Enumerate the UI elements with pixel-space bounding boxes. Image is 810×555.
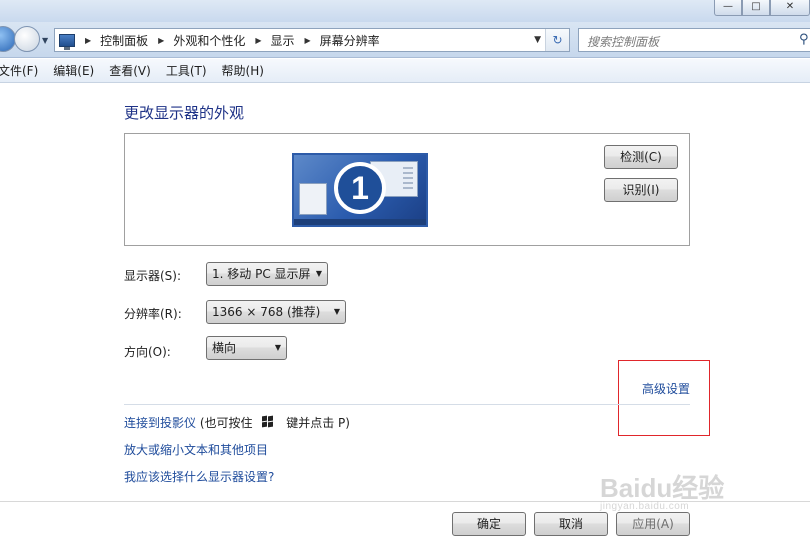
window-controls: — □ ✕ — [714, 0, 810, 16]
display-preview-panel: 1 检测(C) 识别(I) — [124, 133, 690, 246]
detect-button[interactable]: 检测(C) — [604, 145, 678, 169]
projector-hint-prefix: (也可按住 — [199, 416, 253, 430]
forward-button[interactable] — [14, 26, 40, 52]
control-panel-icon — [59, 33, 75, 50]
chevron-down-icon: ▼ — [315, 269, 322, 278]
baidu-watermark: Baidu经验 jingyan.baidu.com — [600, 468, 724, 512]
navigation-bar: ▼ ▶ 控制面板 ▶ 外观和个性化 ▶ 显示 ▶ 屏幕分辨率 ▼ ↻ 搜索控制面… — [0, 22, 810, 58]
resolution-select-value: 1366 × 768 (推荐) — [212, 305, 321, 319]
refresh-icon[interactable]: ↻ — [545, 29, 569, 51]
orientation-select-value: 横向 — [212, 341, 237, 355]
orientation-label: 方向(O): — [124, 345, 171, 359]
chevron-right-icon[interactable]: ▶ — [158, 36, 164, 45]
which-settings-link[interactable]: 我应该选择什么显示器设置? — [124, 468, 274, 485]
search-icon[interactable]: ⚲ — [799, 32, 809, 47]
maximize-button[interactable]: □ — [742, 0, 770, 16]
chevron-right-icon[interactable]: ▶ — [305, 36, 311, 45]
identify-button[interactable]: 识别(I) — [604, 178, 678, 202]
resolution-label: 分辨率(R): — [124, 307, 182, 321]
menu-help[interactable]: 帮助(H) — [222, 62, 264, 79]
divider — [124, 404, 690, 405]
breadcrumb-screen-resolution[interactable]: 屏幕分辨率 — [320, 32, 380, 49]
address-bar[interactable]: ▶ 控制面板 ▶ 外观和个性化 ▶ 显示 ▶ 屏幕分辨率 ▼ ↻ — [54, 28, 570, 52]
windows-logo-icon — [262, 415, 274, 428]
projector-hint-suffix: 键并点击 P) — [286, 416, 350, 430]
menu-bar: 文件(F) 编辑(E) 查看(V) 工具(T) 帮助(H) — [0, 59, 810, 83]
ok-button[interactable]: 确定 — [452, 512, 526, 536]
menu-edit[interactable]: 编辑(E) — [53, 62, 94, 79]
close-button[interactable]: ✕ — [770, 0, 810, 16]
minimize-button[interactable]: — — [714, 0, 742, 16]
menu-view[interactable]: 查看(V) — [109, 62, 151, 79]
search-input[interactable]: 搜索控制面板 ⚲ — [578, 28, 810, 52]
chevron-right-icon[interactable]: ▶ — [255, 36, 261, 45]
search-placeholder: 搜索控制面板 — [587, 35, 660, 49]
apply-button[interactable]: 应用(A) — [616, 512, 690, 536]
chevron-down-icon: ▼ — [274, 343, 281, 352]
highlight-box — [618, 360, 710, 436]
breadcrumb-display[interactable]: 显示 — [271, 32, 295, 49]
display-label: 显示器(S): — [124, 269, 182, 283]
advanced-settings-link[interactable]: 高级设置 — [642, 380, 690, 397]
text-size-link[interactable]: 放大或缩小文本和其他项目 — [124, 441, 268, 458]
page-title: 更改显示器的外观 — [124, 104, 245, 122]
monitor-window-left — [299, 183, 327, 215]
display-select-value: 1. 移动 PC 显示屏 — [212, 267, 311, 281]
resolution-select[interactable]: 1366 × 768 (推荐) ▼ — [206, 300, 346, 324]
title-bar: — □ ✕ — [0, 0, 810, 22]
monitor-icon[interactable]: 1 — [292, 153, 428, 227]
watermark-brand: Baidu经验 — [600, 473, 725, 503]
menu-file[interactable]: 文件(F) — [0, 62, 38, 79]
monitor-number-badge: 1 — [334, 162, 386, 214]
breadcrumb-appearance[interactable]: 外观和个性化 — [173, 32, 245, 49]
cancel-button[interactable]: 取消 — [534, 512, 608, 536]
projector-row: 连接到投影仪 (也可按住 键并点击 P) — [124, 414, 350, 431]
recent-pages-dropdown-icon[interactable]: ▼ — [42, 36, 48, 45]
address-dropdown-icon[interactable]: ▼ — [534, 35, 541, 45]
connect-projector-link[interactable]: 连接到投影仪 — [124, 416, 196, 430]
orientation-select[interactable]: 横向 ▼ — [206, 336, 287, 360]
display-select[interactable]: 1. 移动 PC 显示屏 ▼ — [206, 262, 328, 286]
breadcrumb-control-panel[interactable]: 控制面板 — [100, 32, 148, 49]
monitor-taskbar — [294, 219, 426, 225]
chevron-down-icon: ▼ — [333, 307, 340, 316]
menu-tools[interactable]: 工具(T) — [166, 62, 207, 79]
chevron-right-icon[interactable]: ▶ — [85, 36, 91, 45]
